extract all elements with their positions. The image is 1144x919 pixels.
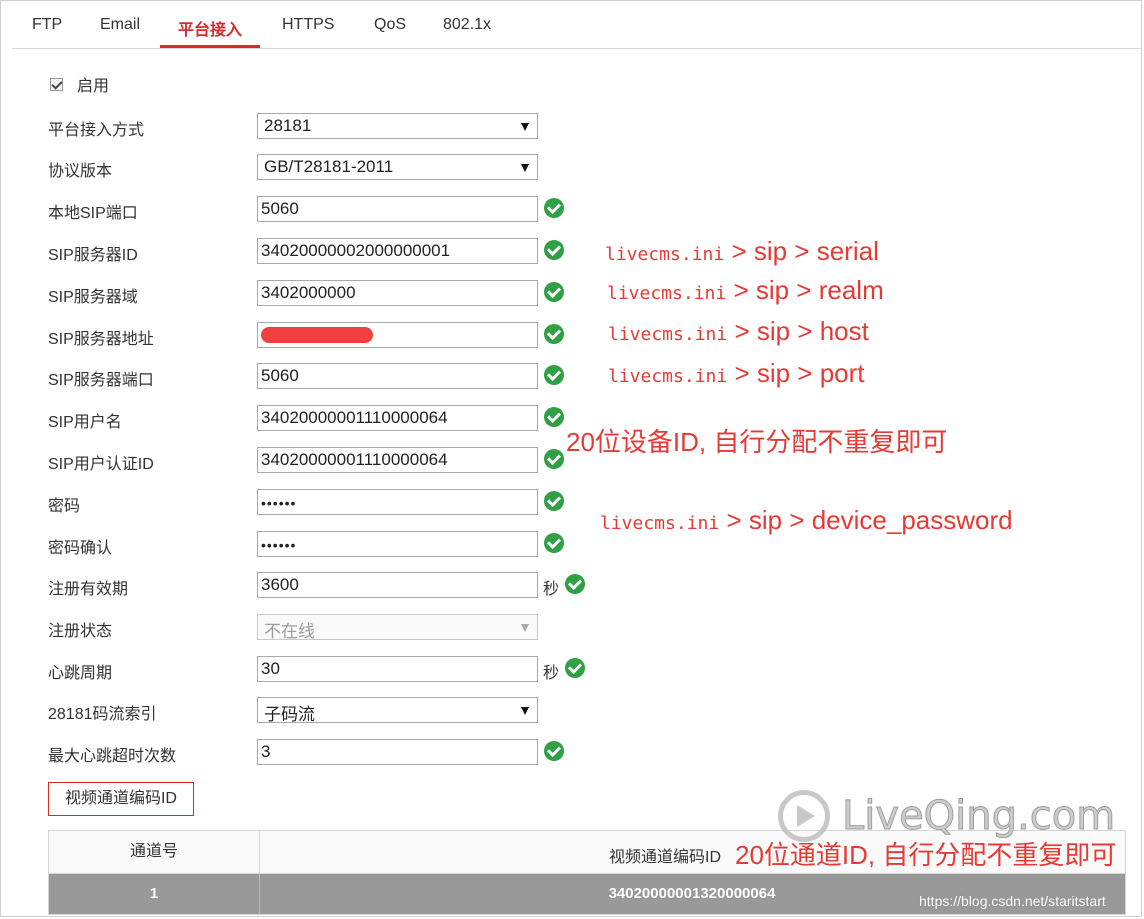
annotation-host: livecms.ini > sip > host <box>608 316 869 346</box>
password-input[interactable]: •••••• <box>257 489 538 515</box>
chevron-down-icon <box>521 624 529 632</box>
channel-code-header: 视频通道编码ID <box>609 849 722 866</box>
check-circle-icon <box>544 533 564 553</box>
row-sip-auth-id: SIP用户认证ID 34020000001110000064 <box>48 447 608 473</box>
check-circle-icon <box>544 407 564 427</box>
row-password: 密码 •••••• <box>48 489 608 515</box>
protocol-version-label: 协议版本 <box>48 163 113 180</box>
check-circle-icon <box>544 741 564 761</box>
row-sip-server-domain: SIP服务器域 3402000000 <box>48 280 608 306</box>
protocol-version-select[interactable]: GB/T28181-2011 <box>257 154 538 180</box>
annotation-serial: livecms.ini > sip > serial <box>605 236 879 266</box>
password-confirm-input[interactable]: •••••• <box>257 531 538 557</box>
enable-label: 启用 <box>77 78 110 95</box>
register-validity-label: 注册有效期 <box>48 581 129 598</box>
check-circle-icon <box>544 449 564 469</box>
channel-number-header: 通道号 <box>49 831 260 873</box>
check-circle-icon <box>565 574 585 594</box>
row-protocol-version: 协议版本 GB/T28181-2011 <box>48 154 608 180</box>
sip-server-domain-input[interactable]: 3402000000 <box>257 280 538 306</box>
sip-server-id-label: SIP服务器ID <box>48 247 138 264</box>
url-watermark: https://blog.csdn.net/staritstart <box>919 893 1106 909</box>
check-circle-icon <box>544 240 564 260</box>
tab-8021x[interactable]: 802.1x <box>443 16 491 48</box>
max-heartbeat-timeout-label: 最大心跳超时次数 <box>48 748 177 765</box>
tab-qos[interactable]: QoS <box>374 16 406 48</box>
enable-checkbox[interactable] <box>50 77 63 91</box>
tab-bar: FTP Email 平台接入 HTTPS QoS 802.1x <box>12 0 1142 49</box>
sip-auth-id-input[interactable]: 34020000001110000064 <box>257 447 538 473</box>
enable-row: 启用 <box>50 74 110 95</box>
max-heartbeat-timeout-input[interactable]: 3 <box>257 739 538 765</box>
tab-email[interactable]: Email <box>100 16 140 48</box>
sip-server-id-input[interactable]: 34020000002000000001 <box>257 238 538 264</box>
video-channel-id-button[interactable]: 视频通道编码ID <box>48 782 194 816</box>
seconds-unit: 秒 <box>543 665 560 682</box>
row-max-heartbeat-timeout: 最大心跳超时次数 3 <box>48 739 608 765</box>
access-mode-label: 平台接入方式 <box>48 122 145 139</box>
annotation-realm: livecms.ini > sip > realm <box>607 275 884 305</box>
annotation-password: livecms.ini > sip > device_password <box>600 505 1013 535</box>
seconds-unit: 秒 <box>543 581 560 598</box>
row-register-validity: 注册有效期 3600 秒 <box>48 572 608 598</box>
sip-auth-id-label: SIP用户认证ID <box>48 456 154 473</box>
annotation-port: livecms.ini > sip > port <box>608 358 865 388</box>
heartbeat-period-label: 心跳周期 <box>48 665 113 682</box>
sip-server-port-input[interactable]: 5060 <box>257 363 538 389</box>
row-sip-server-port: SIP服务器端口 5060 <box>48 363 608 389</box>
access-mode-select[interactable]: 28181 <box>257 113 538 139</box>
password-label: 密码 <box>48 498 81 515</box>
register-validity-input[interactable]: 3600 <box>257 572 538 598</box>
row-local-sip-port: 本地SIP端口 5060 <box>48 196 608 222</box>
row-password-confirm: 密码确认 •••••• <box>48 531 608 557</box>
register-status-select: 不在线 <box>257 614 538 640</box>
heartbeat-period-input[interactable]: 30 <box>257 656 538 682</box>
chevron-down-icon <box>521 123 529 131</box>
check-circle-icon <box>544 491 564 511</box>
sip-server-port-label: SIP服务器端口 <box>48 372 154 389</box>
logo-text: LiveQing.com <box>841 793 1116 840</box>
sip-server-address-label: SIP服务器地址 <box>48 331 154 348</box>
row-sip-server-address: SIP服务器地址 <box>48 322 608 348</box>
tab-ftp[interactable]: FTP <box>32 16 62 48</box>
local-sip-port-label: 本地SIP端口 <box>48 205 138 222</box>
stream-index-label: 28181码流索引 <box>48 706 157 723</box>
row-register-status: 注册状态 不在线 <box>48 614 608 640</box>
row-sip-username: SIP用户名 34020000001110000064 <box>48 405 608 431</box>
row-sip-server-id: SIP服务器ID 34020000002000000001 <box>48 238 608 264</box>
chevron-down-icon <box>521 707 529 715</box>
chevron-down-icon <box>521 164 529 172</box>
register-status-label: 注册状态 <box>48 623 113 640</box>
play-logo-icon <box>778 790 830 842</box>
sip-server-domain-label: SIP服务器域 <box>48 289 138 306</box>
sip-username-label: SIP用户名 <box>48 414 122 431</box>
check-circle-icon <box>544 365 564 385</box>
tab-https[interactable]: HTTPS <box>282 16 334 48</box>
check-circle-icon <box>544 324 564 344</box>
row-access-mode: 平台接入方式 28181 <box>48 113 608 139</box>
redaction-mark <box>261 327 373 343</box>
sip-server-address-input[interactable] <box>257 322 538 348</box>
password-confirm-label: 密码确认 <box>48 540 113 557</box>
channel-number-cell: 1 <box>49 874 260 914</box>
sip-username-input[interactable]: 34020000001110000064 <box>257 405 538 431</box>
check-circle-icon <box>565 658 585 678</box>
local-sip-port-input[interactable]: 5060 <box>257 196 538 222</box>
tab-platform-access[interactable]: 平台接入 <box>160 16 261 48</box>
liveqing-logo: LiveQing.com <box>778 786 1116 846</box>
row-stream-index: 28181码流索引 子码流 <box>48 697 608 723</box>
annotation-device-id-note: 20位设备ID, 自行分配不重复即可 <box>566 427 948 457</box>
stream-index-select[interactable]: 子码流 <box>257 697 538 723</box>
check-circle-icon <box>544 282 564 302</box>
check-circle-icon <box>544 198 564 218</box>
row-heartbeat-period: 心跳周期 30 秒 <box>48 656 608 682</box>
